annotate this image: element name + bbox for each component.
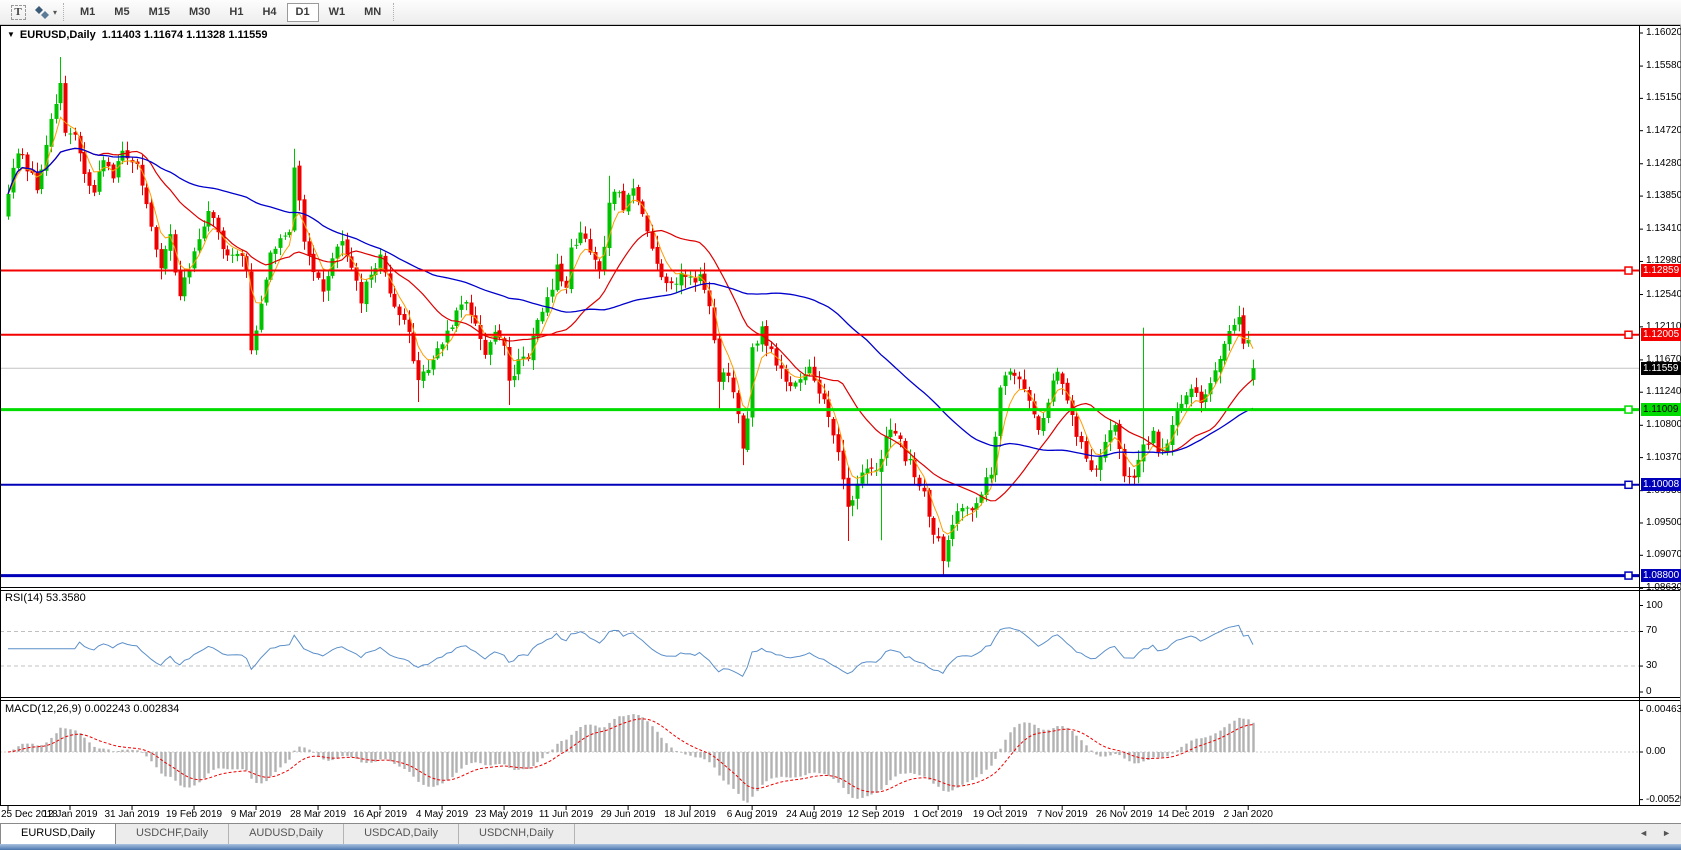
timeframe-button-m5[interactable]: M5 (105, 3, 138, 22)
date-axis-label: 11 Jun 2019 (538, 809, 594, 820)
hline-price-label: 1.10008 (1641, 478, 1681, 492)
arrows-icon (34, 5, 49, 19)
date-axis-label: 31 Jan 2019 (104, 809, 160, 820)
date-axis-label: 12 Jan 2019 (42, 809, 98, 820)
date-axis-label: 26 Nov 2019 (1095, 809, 1153, 820)
timeframe-button-m15[interactable]: M15 (140, 3, 179, 22)
toolbar-separator (63, 3, 67, 21)
rsi-axis-label: 100 (1646, 599, 1663, 611)
timeframe-button-mn[interactable]: MN (355, 3, 390, 22)
chart-tab-eurusd[interactable]: EURUSD,Daily (0, 823, 116, 844)
price-axis-label: 1.16020 (1646, 27, 1681, 38)
rsi-indicator-label: RSI(14) 53.3580 (5, 592, 86, 604)
price-axis-label: 1.14720 (1646, 124, 1681, 136)
date-axis-label: 16 Apr 2019 (353, 809, 408, 820)
price-axis-label: 1.08630 (1646, 582, 1681, 594)
toolbar: T ▾ M1 M5 M15 M30 H1 H4 D1 W1 MN (0, 0, 1681, 25)
date-axis-label: 14 Dec 2019 (1157, 809, 1215, 820)
chart-tab-usdchf[interactable]: USDCHF,Daily (116, 824, 230, 844)
chart-dropdown-arrow-icon[interactable]: ▼ (7, 30, 15, 39)
tab-scroll-arrows: ◄ ► (1639, 828, 1671, 838)
text-tool-button[interactable]: T (5, 2, 31, 22)
rsi-axis-label: 0 (1646, 686, 1652, 697)
rsi-axis-label: 70 (1646, 625, 1658, 637)
price-axis-label: 1.15580 (1646, 60, 1681, 72)
date-axis-label: 9 Mar 2019 (230, 809, 282, 820)
price-axis-label: 1.09070 (1646, 549, 1681, 561)
text-tool-icon: T (10, 4, 26, 20)
date-axis-label: 19 Feb 2019 (165, 809, 223, 820)
timeframe-button-h1[interactable]: H1 (220, 3, 252, 22)
price-axis-label: 1.13850 (1646, 190, 1681, 202)
macd-axis-label: 0.00 (1646, 746, 1666, 757)
toolbar-separator (393, 3, 397, 21)
macd-name: MACD(12,26,9) (5, 703, 82, 715)
hline-price-label: 1.11009 (1641, 403, 1681, 417)
date-axis-label: 7 Nov 2019 (1036, 809, 1088, 820)
arrows-tool-button[interactable]: ▾ (33, 2, 59, 22)
timeframe-button-h4[interactable]: H4 (253, 3, 285, 22)
date-axis-label: 1 Oct 2019 (913, 809, 963, 820)
price-axis-label: 1.15150 (1646, 92, 1681, 104)
chart-tab-audusd[interactable]: AUDUSD,Daily (229, 824, 345, 844)
rsi-axis-label: 30 (1646, 660, 1658, 672)
price-axis-label: 1.10370 (1646, 451, 1681, 463)
date-axis-label: 12 Sep 2019 (847, 809, 905, 820)
axis-labels-layer: 1.16020 1.15580 1.15150 1.14720 1.14280 1.138… (0, 0, 1681, 850)
price-axis-label: 1.11240 (1646, 386, 1681, 398)
hline-price-label: 1.08800 (1641, 569, 1681, 583)
timeframe-button-w1[interactable]: W1 (320, 3, 355, 22)
timeframe-button-d1[interactable]: D1 (286, 2, 319, 22)
price-axis-label: 1.09500 (1646, 516, 1681, 528)
price-axis-label: 1.10800 (1646, 419, 1681, 431)
rsi-name: RSI(14) (5, 592, 43, 604)
price-axis-label: 1.12540 (1646, 288, 1681, 300)
date-axis-label: 28 Mar 2019 (289, 809, 347, 820)
rsi-value: 53.3580 (45, 592, 86, 604)
date-axis-label: 23 May 2019 (475, 809, 533, 820)
timeframe-button-m1[interactable]: M1 (71, 3, 104, 22)
chart-tabs: EURUSD,Daily USDCHF,Daily AUDUSD,Daily USDC… (0, 823, 575, 844)
chart-tab-usdcnh[interactable]: USDCNH,Daily (459, 824, 575, 844)
chart-title: ▼ EURUSD,Daily 1.11403 1.11674 1.11328 1.1… (7, 29, 268, 41)
current-price-label: 1.11559 (1641, 361, 1681, 375)
chart-symbol-label: EURUSD,Daily (19, 29, 96, 41)
tab-scroll-left-icon[interactable]: ◄ (1639, 828, 1648, 838)
date-axis-label: 2 Jan 2020 (1223, 809, 1273, 820)
macd-axis-label: -0.005299 (1646, 793, 1681, 805)
price-axis-label: 1.13410 (1646, 223, 1681, 235)
timeframe-toolbar: M1 M5 M15 M30 H1 H4 D1 W1 MN (71, 2, 391, 22)
macd-indicator-label: MACD(12,26,9) 0.002243 0.002834 (5, 703, 179, 715)
hline-price-label: 1.12859 (1641, 264, 1681, 278)
hline-price-label: 1.12005 (1641, 328, 1681, 342)
timeframe-button-m30[interactable]: M30 (180, 3, 219, 22)
price-axis-label: 1.14280 (1646, 157, 1681, 169)
date-axis-label: 18 Jul 2019 (664, 809, 716, 820)
date-axis-label: 24 Aug 2019 (786, 809, 843, 820)
date-axis-label: 6 Aug 2019 (726, 809, 778, 820)
dropdown-caret-icon: ▾ (52, 7, 57, 17)
date-axis-label: 4 May 2019 (415, 809, 469, 820)
chart-tab-bar: EURUSD,Daily USDCHF,Daily AUDUSD,Daily USDC… (0, 823, 1681, 844)
macd-axis-label: 0.00463 (1646, 704, 1681, 716)
chart-tab-usdcad[interactable]: USDCAD,Daily (344, 824, 460, 844)
chart-ohlc-values: 1.11403 1.11674 1.11328 1.11559 (101, 29, 268, 41)
tab-scroll-right-icon[interactable]: ► (1662, 828, 1671, 838)
date-axis-label: 29 Jun 2019 (600, 809, 656, 820)
macd-values: 0.002243 0.002834 (84, 703, 180, 715)
window-bottom-edge (0, 844, 1681, 850)
date-axis-label: 19 Oct 2019 (972, 809, 1028, 820)
